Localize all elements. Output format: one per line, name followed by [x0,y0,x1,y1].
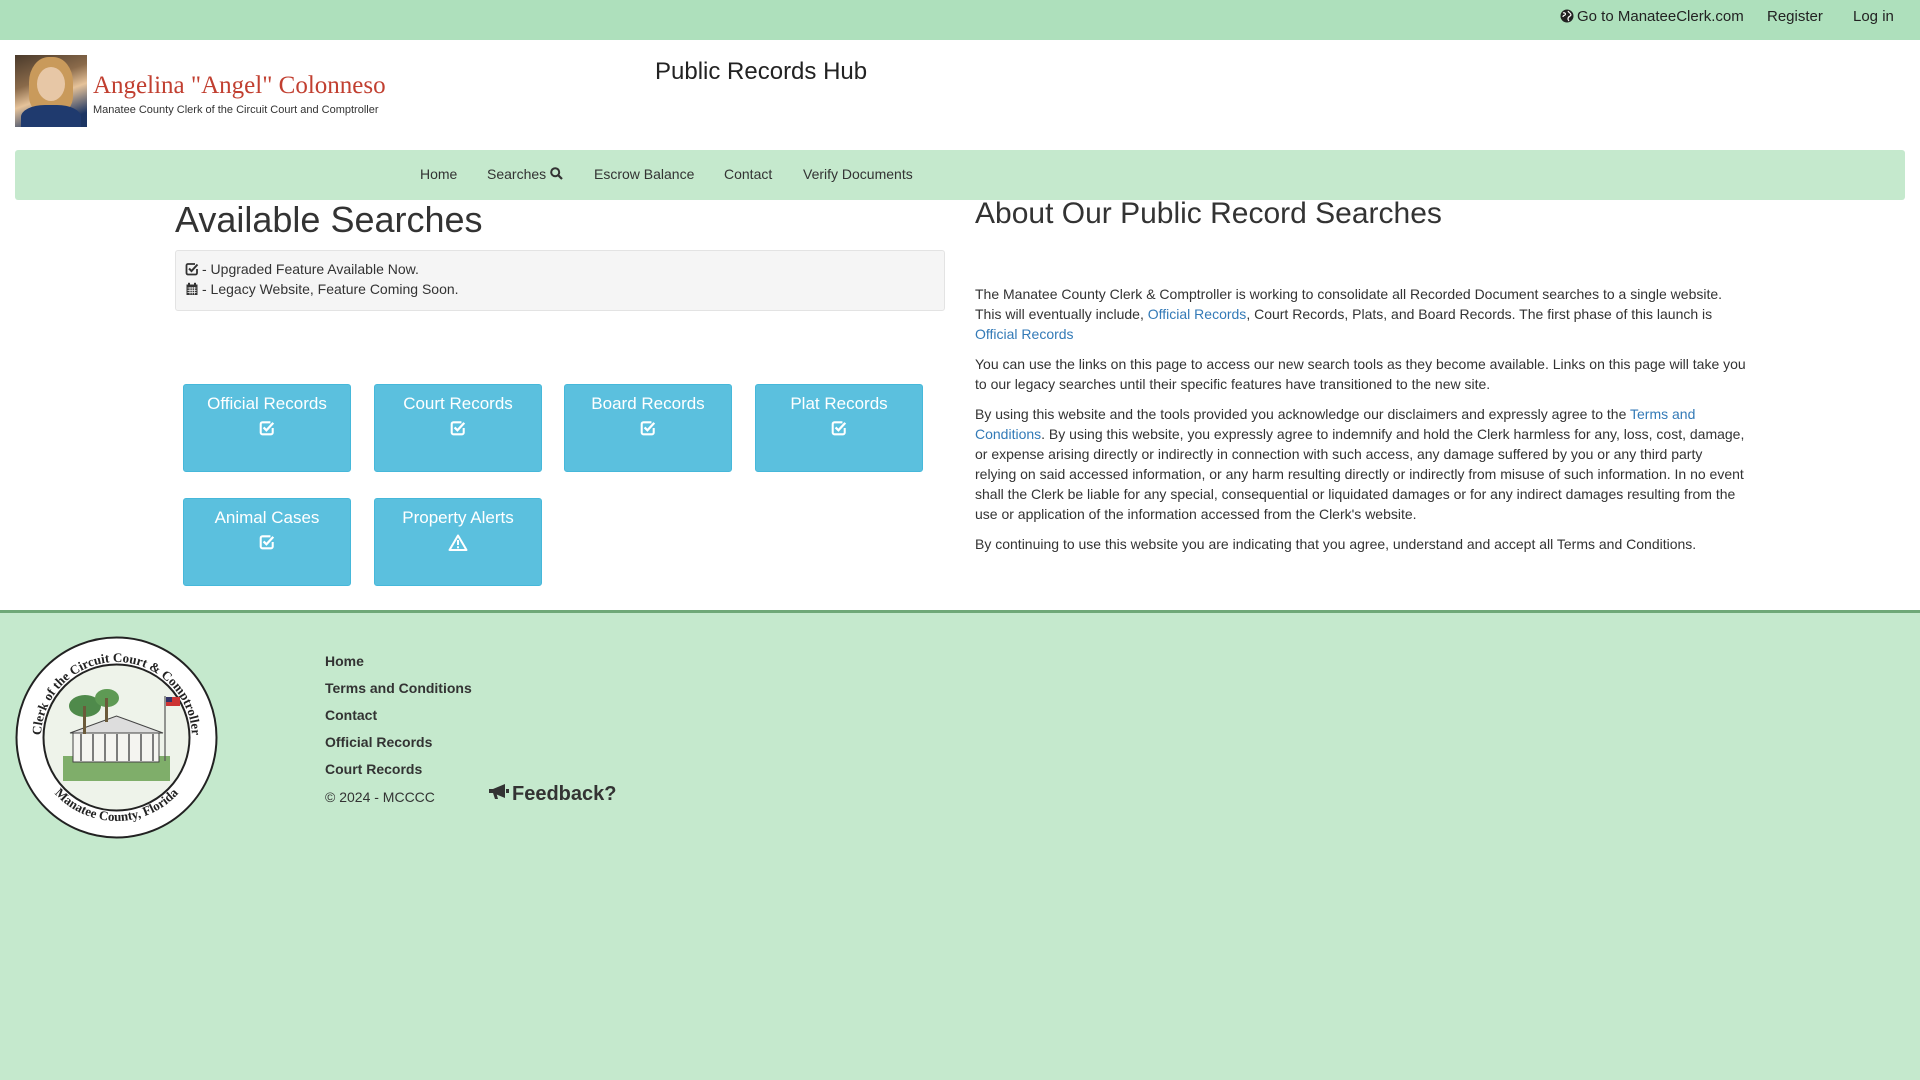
nav-searches-label: Searches [487,166,547,182]
check-square-icon [185,263,199,276]
tile-label: Board Records [591,394,705,413]
footer-terms-link[interactable]: Terms and Conditions [325,680,472,696]
about-paragraph-4: By continuing to use this website you ar… [975,536,1697,552]
goto-manateeclerk-link[interactable]: Go to ManateeClerk.com [1560,8,1744,25]
clerk-name[interactable]: Angelina "Angel" Colonneso [93,72,386,100]
tile-label: Plat Records [790,394,888,413]
page-title: Public Records Hub [655,58,868,85]
footer-official-records-link[interactable]: Official Records [325,734,432,750]
tile-label: Animal Cases [214,508,320,527]
clerk-photo [15,55,87,127]
clerk-seal-logo: Clerk of the Circuit Court & Comptroller… [15,636,218,839]
legend-box: - Upgraded Feature Available Now. - Lega… [175,250,945,311]
available-searches-heading: Available Searches [175,199,483,240]
legend-row: - Legacy Website, Feature Coming Soon. [185,281,459,297]
warning-icon [448,534,468,551]
check-square-icon [831,421,847,436]
footer-home-link[interactable]: Home [325,653,364,669]
about-heading: About Our Public Record Searches [975,197,1442,230]
about-text: . By using this website, you expressly a… [975,426,1745,522]
nav-escrow-balance[interactable]: Escrow Balance [594,166,694,182]
register-link[interactable]: Register [1767,8,1823,25]
check-square-icon [450,421,466,436]
official-records-button[interactable]: Official Records [183,384,351,472]
tile-label: Court Records [403,394,513,413]
legend-legacy-text: - Legacy Website, Feature Coming Soon. [202,281,459,297]
official-records-link[interactable]: Official Records [975,326,1074,342]
check-square-icon [640,421,656,436]
legend-upgraded-text: - Upgraded Feature Available Now. [202,261,419,277]
about-paragraph-1: The Manatee County Clerk & Comptroller i… [975,284,1747,344]
animal-cases-button[interactable]: Animal Cases [183,498,351,586]
feedback-label: Feedback? [512,783,617,805]
about-text: By using this website and the tools prov… [975,406,1631,422]
tile-label: Property Alerts [402,508,514,527]
property-alerts-button[interactable]: Property Alerts [374,498,542,586]
goto-label: Go to ManateeClerk.com [1577,8,1744,25]
plat-records-button[interactable]: Plat Records [755,384,923,472]
top-bar: Go to ManateeClerk.com Register Log in [0,0,1920,40]
nav-bar: Home Searches Escrow Balance Contact Ver… [15,150,1905,200]
legend-row: - Upgraded Feature Available Now. [185,261,419,277]
tile-label: Official Records [207,394,327,413]
bullhorn-icon [489,784,509,799]
feedback-button[interactable]: Feedback? [488,783,616,806]
clerk-subtitle: Manatee County Clerk of the Circuit Cour… [93,104,379,116]
footer-court-records-link[interactable]: Court Records [325,761,422,777]
nav-searches[interactable]: Searches [487,166,563,182]
footer-contact-link[interactable]: Contact [325,707,377,723]
about-paragraph-2: You can use the links on this page to ac… [975,356,1746,392]
official-records-link[interactable]: Official Records [1148,306,1247,322]
calendar-icon [186,282,198,295]
globe-icon [1560,9,1574,23]
check-square-icon [259,535,275,550]
board-records-button[interactable]: Board Records [564,384,732,472]
check-square-icon [259,421,275,436]
search-icon [550,167,563,180]
copyright-text: © 2024 - MCCCC [325,789,435,805]
nav-contact[interactable]: Contact [724,166,772,182]
nav-home[interactable]: Home [420,166,457,182]
about-text: , Court Records, Plats, and Board Record… [1246,306,1713,322]
nav-verify-documents[interactable]: Verify Documents [803,166,913,182]
about-paragraph-3: By using this website and the tools prov… [975,404,1747,524]
login-link[interactable]: Log in [1853,8,1894,25]
court-records-button[interactable]: Court Records [374,384,542,472]
